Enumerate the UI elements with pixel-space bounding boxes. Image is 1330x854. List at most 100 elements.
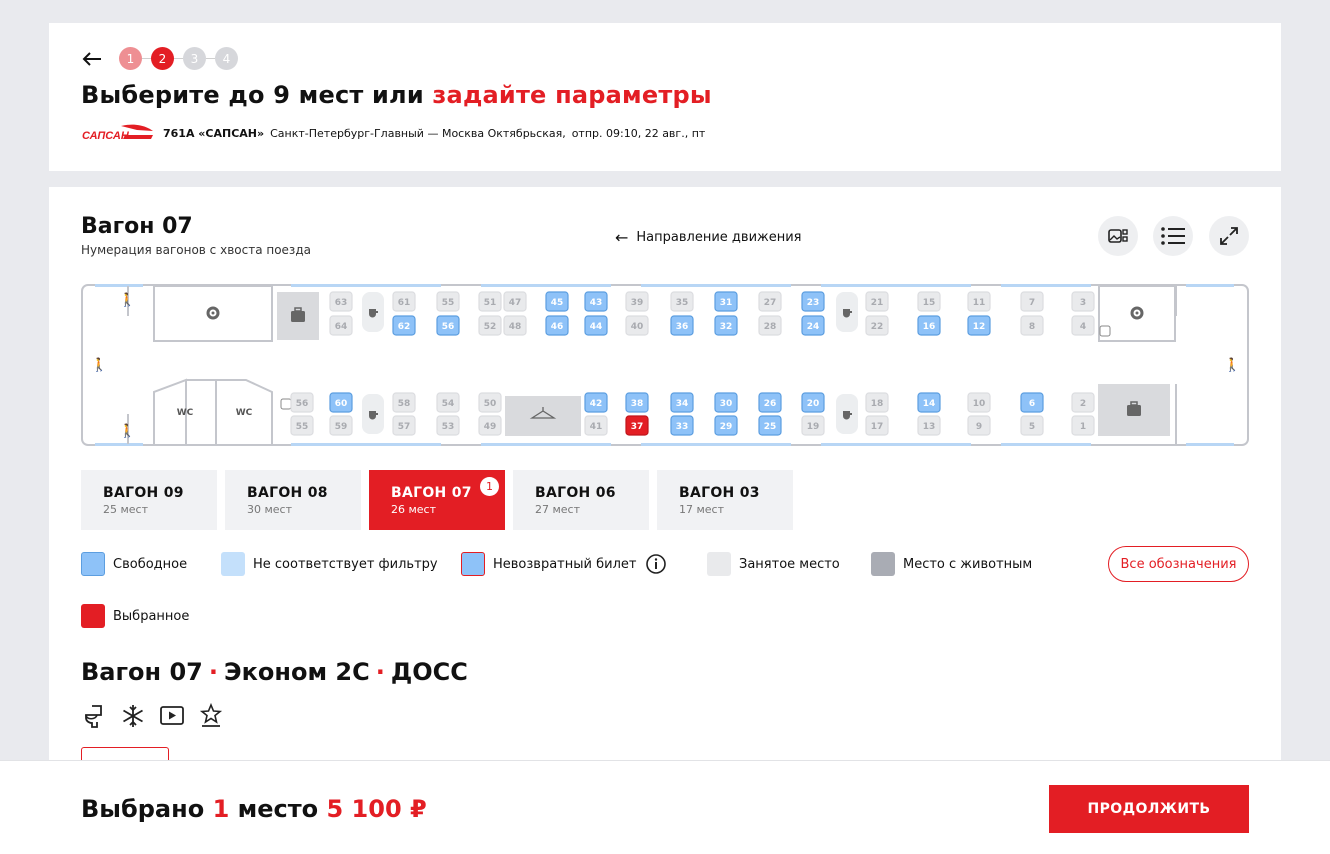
legend-swatch xyxy=(871,552,895,576)
seat-51: 51 xyxy=(478,291,502,312)
separator: · xyxy=(208,658,218,686)
seat-34[interactable]: 34 xyxy=(670,392,694,413)
seat-38[interactable]: 38 xyxy=(625,392,649,413)
seat-37[interactable]: 37 xyxy=(625,415,649,436)
direction-label: Направление движения xyxy=(636,230,802,245)
arrow-left-icon: ← xyxy=(615,228,629,247)
seat-6[interactable]: 6 xyxy=(1020,392,1044,413)
seat-11: 11 xyxy=(967,291,991,312)
seat-12[interactable]: 12 xyxy=(967,315,991,336)
legend-selected: Выбранное xyxy=(81,604,189,628)
seat-20[interactable]: 20 xyxy=(801,392,825,413)
direction-indicator: ← Направление движения xyxy=(615,228,802,247)
seat-number: 9 xyxy=(976,422,982,432)
route: Санкт-Петербург-Главный — Москва Октябрь… xyxy=(270,126,566,140)
exit-icon: 🚶 xyxy=(1224,357,1240,373)
seat-45[interactable]: 45 xyxy=(545,291,569,312)
sapsan-logo-icon: САПСАН xyxy=(82,124,153,142)
seat-33[interactable]: 33 xyxy=(670,415,694,436)
seat-57: 57 xyxy=(392,415,416,436)
seat-number: 21 xyxy=(871,298,884,308)
fullscreen-button[interactable] xyxy=(1209,216,1249,256)
wagon-tab-title: ВАГОН 08 xyxy=(247,485,328,501)
seat-23[interactable]: 23 xyxy=(801,291,825,312)
seat-29[interactable]: 29 xyxy=(714,415,738,436)
back-arrow-icon[interactable] xyxy=(81,48,103,70)
seat-number: 56 xyxy=(442,322,455,332)
seat-49: 49 xyxy=(478,415,502,436)
seat-number: 39 xyxy=(631,298,644,308)
wagon-tab-09[interactable]: ВАГОН 09 25 мест xyxy=(81,470,217,530)
seat-number: 50 xyxy=(484,399,497,409)
seat-number: 60 xyxy=(335,399,348,409)
seat-36[interactable]: 36 xyxy=(670,315,694,336)
comfort-icon xyxy=(199,703,223,727)
seat-31[interactable]: 31 xyxy=(714,291,738,312)
seat-26[interactable]: 26 xyxy=(758,392,782,413)
wagon-tab-03[interactable]: ВАГОН 03 17 мест xyxy=(657,470,793,530)
seat-46[interactable]: 46 xyxy=(545,315,569,336)
seat-number: 24 xyxy=(807,322,820,332)
seat-44[interactable]: 44 xyxy=(584,315,608,336)
seat-62[interactable]: 62 xyxy=(392,315,416,336)
list-view-button[interactable] xyxy=(1153,216,1193,256)
seat-35: 35 xyxy=(670,291,694,312)
seat-60[interactable]: 60 xyxy=(329,392,353,413)
seat-number: 17 xyxy=(871,422,884,432)
wagon-name: Вагон 07 xyxy=(81,658,203,686)
seat-3: 3 xyxy=(1071,291,1095,312)
seat-48: 48 xyxy=(503,315,527,336)
seat-14[interactable]: 14 xyxy=(917,392,941,413)
seat-10: 10 xyxy=(967,392,991,413)
selected-count-badge: 1 xyxy=(480,477,499,496)
seat-40: 40 xyxy=(625,315,649,336)
seat-25[interactable]: 25 xyxy=(758,415,782,436)
wagon-tab-07[interactable]: ВАГОН 07 26 мест 1 xyxy=(369,470,505,530)
wagon-tab-title: ВАГОН 03 xyxy=(679,485,760,501)
exit-icon: 🚶 xyxy=(91,357,107,373)
seat-24[interactable]: 24 xyxy=(801,315,825,336)
seat-55: 55 xyxy=(290,415,314,436)
continue-button[interactable]: ПРОДОЛЖИТЬ xyxy=(1049,785,1249,833)
wagon-class: Эконом 2С xyxy=(223,658,370,686)
info-icon[interactable] xyxy=(645,553,667,575)
seat-number: 14 xyxy=(923,399,936,409)
seat-number: 11 xyxy=(973,298,986,308)
seat-number: 4 xyxy=(1080,322,1086,332)
seat-42[interactable]: 42 xyxy=(584,392,608,413)
all-legend-button[interactable]: Все обозначения xyxy=(1108,546,1249,582)
legend-label: Место с животным xyxy=(903,556,1033,572)
seat-number: 42 xyxy=(590,399,603,409)
seat-number: 48 xyxy=(509,322,522,332)
seat-number: 20 xyxy=(807,399,820,409)
seat-number: 55 xyxy=(442,298,455,308)
photo-view-button[interactable] xyxy=(1098,216,1138,256)
wagon-tab-seats: 30 мест xyxy=(247,503,293,516)
seat-number: 16 xyxy=(923,322,936,332)
seat-number: 45 xyxy=(551,298,564,308)
seat-56[interactable]: 56 xyxy=(436,315,460,336)
page-title-text: Выберите до 9 мест или xyxy=(81,81,433,109)
wagon-class-title: Вагон 07 · Эконом 2С · ДОСС xyxy=(81,658,468,686)
seat-number: 7 xyxy=(1029,298,1035,308)
seat-number: 54 xyxy=(442,399,455,409)
seat-9: 9 xyxy=(967,415,991,436)
seat-43[interactable]: 43 xyxy=(584,291,608,312)
set-parameters-link[interactable]: задайте параметры xyxy=(432,81,711,109)
seat-number: 32 xyxy=(720,322,733,332)
seat-16[interactable]: 16 xyxy=(917,315,941,336)
video-icon xyxy=(160,706,184,725)
air-conditioning-icon xyxy=(123,705,143,727)
wagon-tab-title: ВАГОН 06 xyxy=(535,485,616,501)
wagon-tab-08[interactable]: ВАГОН 08 30 мест xyxy=(225,470,361,530)
seat-number: 56 xyxy=(296,399,309,409)
seat-number: 64 xyxy=(335,322,348,332)
page-title: Выберите до 9 мест или задайте параметры xyxy=(81,81,712,109)
wagon-tab-title: ВАГОН 09 xyxy=(103,485,184,501)
seat-30[interactable]: 30 xyxy=(714,392,738,413)
seat-number: 27 xyxy=(764,298,777,308)
wagon-tab-06[interactable]: ВАГОН 06 27 мест xyxy=(513,470,649,530)
seat-32[interactable]: 32 xyxy=(714,315,738,336)
step-1[interactable]: 1 xyxy=(119,47,142,70)
seat-number: 38 xyxy=(631,399,644,409)
